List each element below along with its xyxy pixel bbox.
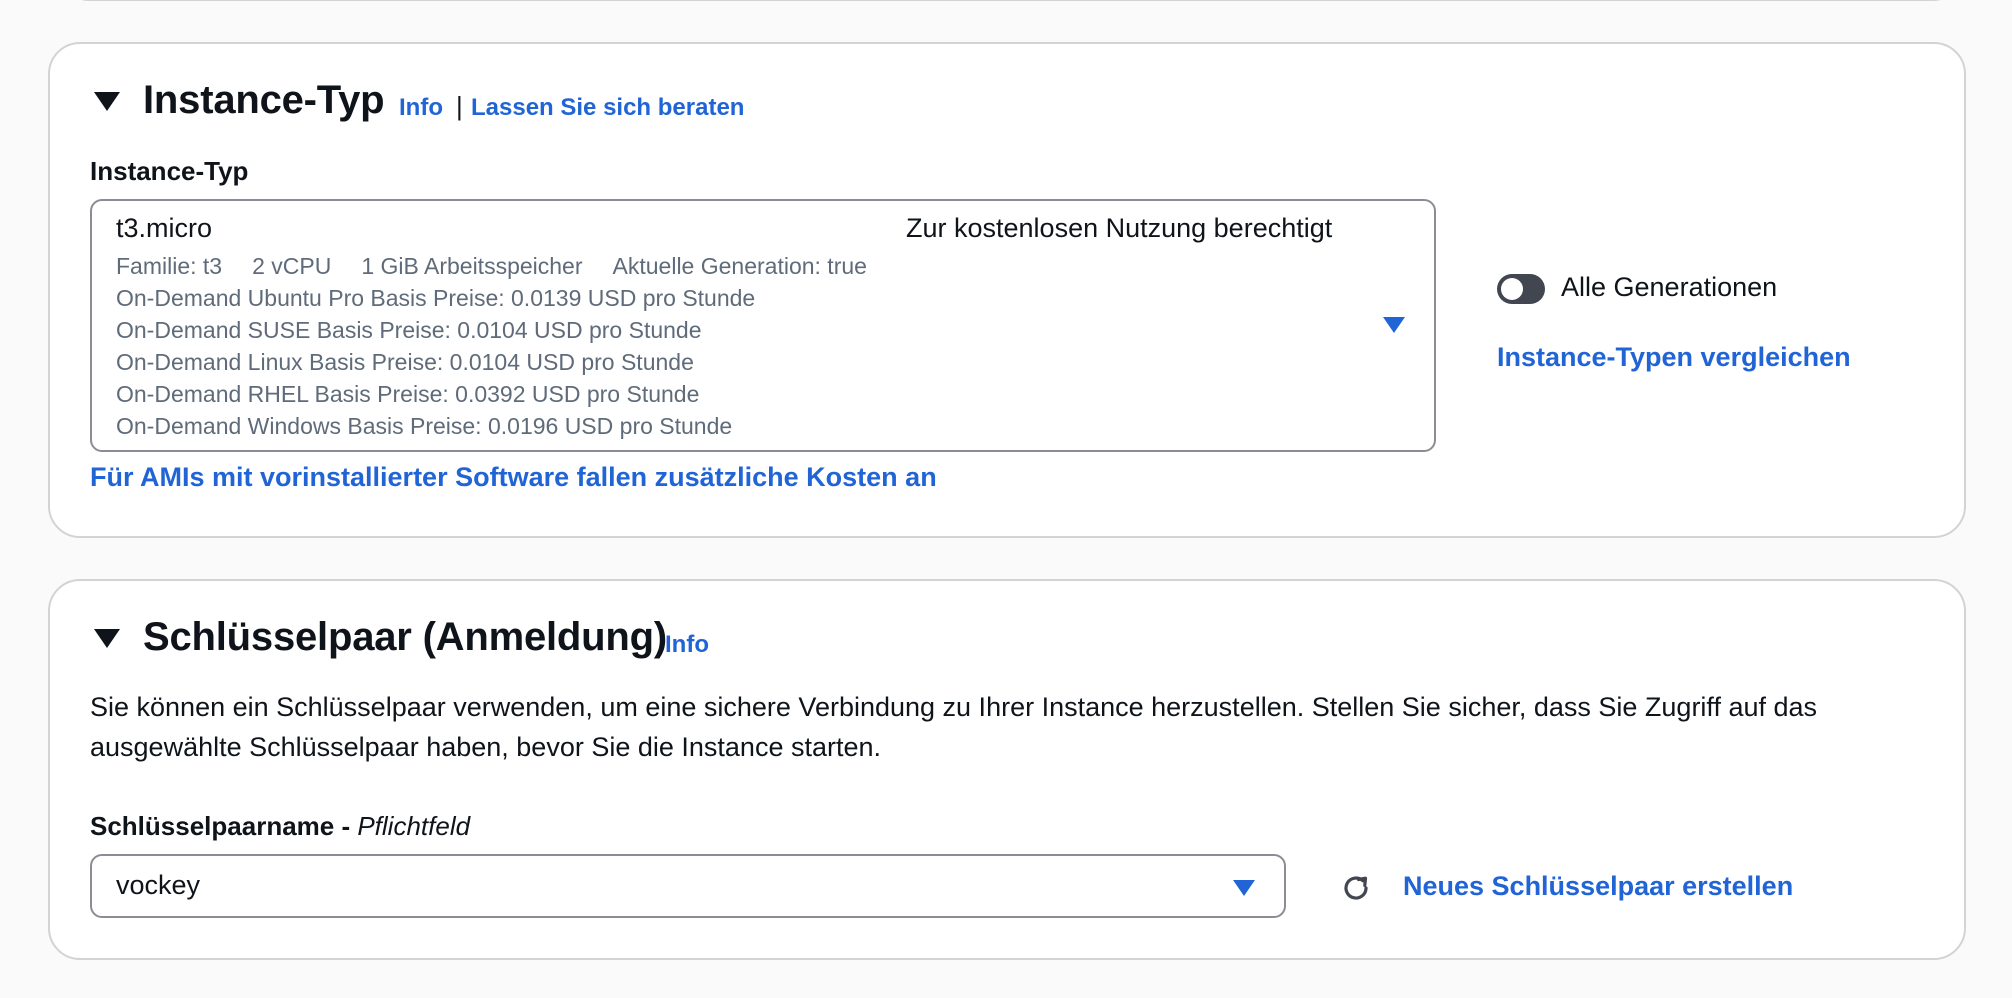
spec-generation: Aktuelle Generation: true — [612, 253, 867, 279]
spec-family: Familie: t3 — [116, 253, 223, 279]
info-link[interactable]: Info — [399, 94, 443, 122]
spec-vcpu: 2 vCPU — [252, 253, 332, 279]
instance-type-panel: Instance-Typ Info | Lassen Sie sich bera… — [48, 42, 1966, 538]
ami-costs-link[interactable]: Für AMIs mit vorinstallierter Software f… — [90, 462, 937, 493]
instance-specs: Familie: t3 2 vCPU 1 GiB Arbeitsspeicher Ak… — [116, 253, 897, 280]
toggle-knob — [1501, 278, 1523, 300]
create-keypair-link[interactable]: Neues Schlüsselpaar erstellen — [1403, 871, 1793, 902]
dropdown-caret-icon — [1383, 317, 1405, 333]
previous-panel-edge — [64, 0, 1958, 1]
keypair-name-label: Schlüsselpaarname - Pflichtfeld — [90, 811, 470, 842]
price-windows: On-Demand Windows Basis Preise: 0.0196 U… — [116, 413, 733, 439]
refresh-icon[interactable] — [1338, 870, 1374, 906]
price-suse: On-Demand SUSE Basis Preise: 0.0104 USD … — [116, 317, 702, 343]
all-generations-toggle[interactable] — [1497, 274, 1545, 304]
collapse-caret-icon[interactable] — [94, 629, 120, 648]
instance-type-label: Instance-Typ — [90, 156, 249, 186]
instance-type-select[interactable]: t3.micro Zur kostenlosen Nutzung berecht… — [90, 199, 1436, 452]
price-ubuntu: On-Demand Ubuntu Pro Basis Preise: 0.013… — [116, 285, 756, 311]
price-linux: On-Demand Linux Basis Preise: 0.0104 USD… — [116, 349, 694, 375]
keypair-panel: Schlüsselpaar (Anmeldung) Info Sie könne… — [48, 579, 1966, 960]
compare-instance-types-link[interactable]: Instance-Typen vergleichen — [1497, 342, 1851, 373]
keypair-name-label-text: Schlüsselpaarname - — [90, 811, 358, 841]
instance-name: t3.micro — [116, 213, 213, 243]
price-rhel: On-Demand RHEL Basis Preise: 0.0392 USD … — [116, 381, 700, 407]
collapse-caret-icon[interactable] — [94, 92, 120, 111]
section-heading: Schlüsselpaar (Anmeldung) — [143, 615, 667, 659]
keypair-selected-value: vockey — [116, 870, 201, 900]
section-heading: Instance-Typ — [143, 78, 385, 122]
spec-memory: 1 GiB Arbeitsspeicher — [361, 253, 583, 279]
advice-link[interactable]: Lassen Sie sich beraten — [471, 94, 744, 122]
keypair-description: Sie können ein Schlüsselpaar verwenden, … — [90, 692, 1818, 762]
free-tier-label: Zur kostenlosen Nutzung berechtigt — [906, 213, 1333, 243]
info-link[interactable]: Info — [665, 631, 709, 659]
link-separator: | — [456, 91, 463, 121]
dropdown-caret-icon — [1233, 880, 1255, 896]
keypair-select[interactable]: vockey — [90, 854, 1286, 918]
required-marker: Pflichtfeld — [357, 811, 471, 841]
all-generations-label: Alle Generationen — [1561, 272, 1778, 302]
